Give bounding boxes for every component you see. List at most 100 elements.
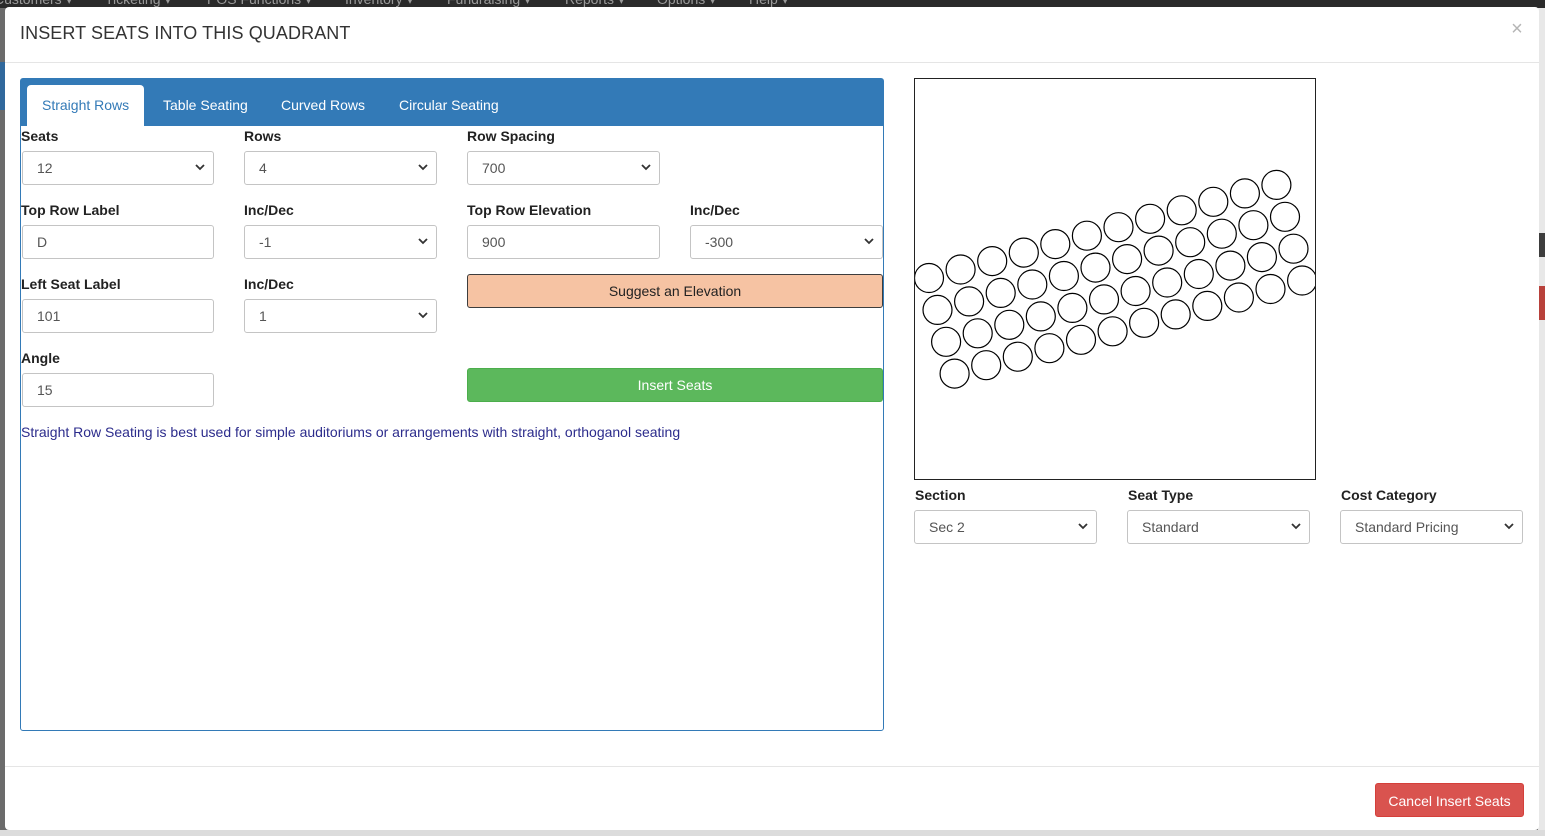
cost-category-value: Standard Pricing xyxy=(1355,519,1459,535)
tab-straight-rows[interactable]: Straight Rows xyxy=(27,85,145,126)
row-spacing-label: Row Spacing xyxy=(467,128,555,144)
seat-circle xyxy=(1008,237,1039,268)
seat-circle xyxy=(1034,333,1065,364)
close-button[interactable]: × xyxy=(1505,17,1529,41)
seat-circle xyxy=(1183,258,1214,290)
seat-circle xyxy=(1065,324,1097,355)
top-row-elevation-label: Top Row Elevation xyxy=(467,202,592,218)
seat-circle xyxy=(953,286,985,317)
seat-circle xyxy=(1129,307,1160,338)
section-label: Section xyxy=(915,487,966,503)
elevation-incdec-label: Inc/Dec xyxy=(690,202,740,218)
seat-circle xyxy=(1261,169,1292,201)
seat-circle xyxy=(1238,210,1269,241)
seat-circle xyxy=(945,254,976,285)
seat-circle xyxy=(1025,301,1056,332)
seat-circle xyxy=(1198,186,1229,217)
rows-value: 4 xyxy=(259,160,267,176)
help-text: Straight Row Seating is best used for si… xyxy=(21,424,681,440)
seat-circle xyxy=(1080,252,1111,283)
seat-layout-canvas xyxy=(915,169,1315,389)
elevation-incdec-value: -300 xyxy=(705,234,734,250)
seating-tab-panel: Straight Rows Table Seating Curved Rows … xyxy=(20,78,884,731)
angle-input[interactable]: 15 xyxy=(22,373,214,407)
left-seat-label-input[interactable]: 101 xyxy=(22,299,214,333)
seat-label-incdec-label: Inc/Dec xyxy=(244,276,294,292)
seats-label: Seats xyxy=(21,128,59,144)
seat-circle xyxy=(1287,265,1315,296)
seat-circle xyxy=(915,262,945,294)
seat-circle xyxy=(985,277,1016,308)
seat-circle xyxy=(1017,269,1048,300)
seat-circle xyxy=(1269,201,1301,232)
seat-circle xyxy=(1135,203,1166,234)
section-select[interactable]: Sec 2 xyxy=(914,510,1097,544)
cost-category-label: Cost Category xyxy=(1341,487,1437,503)
modal-footer: Cancel Insert Seats xyxy=(5,766,1539,830)
seat-circle xyxy=(1278,233,1309,264)
seat-type-value: Standard xyxy=(1142,519,1199,535)
rows-select[interactable]: 4 xyxy=(244,151,437,185)
angle-label: Angle xyxy=(21,350,60,366)
cancel-insert-seats-button[interactable]: Cancel Insert Seats xyxy=(1375,783,1524,817)
elevation-incdec-select[interactable]: -300 xyxy=(690,225,883,259)
top-row-label-label: Top Row Label xyxy=(21,202,120,218)
suggest-elevation-button[interactable]: Suggest an Elevation xyxy=(467,274,883,308)
seat-layout-preview xyxy=(914,78,1316,480)
modal-title: INSERT SEATS INTO THIS QUADRANT xyxy=(20,23,351,43)
seat-circle xyxy=(1112,244,1143,275)
seat-circle xyxy=(1215,250,1246,281)
row-label-incdec-value: -1 xyxy=(259,234,272,250)
seat-circle xyxy=(1040,229,1071,260)
seat-circle xyxy=(1160,299,1191,330)
left-seat-label-label: Left Seat Label xyxy=(21,276,121,292)
tab-table-seating[interactable]: Table Seating xyxy=(148,85,263,126)
seat-circle xyxy=(1071,220,1102,251)
insert-seats-modal: INSERT SEATS INTO THIS QUADRANT × Straig… xyxy=(5,7,1539,830)
seat-circle xyxy=(1143,235,1174,266)
seats-select[interactable]: 12 xyxy=(22,151,214,185)
seat-circle xyxy=(977,246,1008,277)
seats-value: 12 xyxy=(37,160,53,176)
tab-bar: Straight Rows Table Seating Curved Rows … xyxy=(21,79,883,126)
seat-label-incdec-value: 1 xyxy=(259,308,267,324)
row-spacing-value: 700 xyxy=(482,160,506,176)
row-label-incdec-label: Inc/Dec xyxy=(244,202,294,218)
background-page-bottom xyxy=(0,830,1545,836)
rows-label: Rows xyxy=(244,128,282,144)
seat-circle xyxy=(1152,267,1183,298)
section-value: Sec 2 xyxy=(929,519,965,535)
seat-circle xyxy=(1175,227,1206,258)
seat-circle xyxy=(922,294,953,325)
seat-circle xyxy=(1120,275,1151,307)
seat-circle xyxy=(1002,341,1033,372)
seat-label-incdec-select[interactable]: 1 xyxy=(244,299,437,333)
seat-circle xyxy=(931,326,962,357)
tab-circular-seating[interactable]: Circular Seating xyxy=(384,85,514,126)
seat-type-select[interactable]: Standard xyxy=(1127,510,1310,544)
modal-header: INSERT SEATS INTO THIS QUADRANT × xyxy=(5,7,1539,63)
background-page-edge xyxy=(1538,8,1545,836)
insert-seats-button[interactable]: Insert Seats xyxy=(467,368,883,402)
seat-circle xyxy=(1103,212,1134,243)
seat-circle xyxy=(1057,292,1088,323)
row-label-incdec-select[interactable]: -1 xyxy=(244,225,437,259)
row-spacing-select[interactable]: 700 xyxy=(467,151,660,185)
seat-circle xyxy=(994,309,1025,340)
seat-circle xyxy=(1206,218,1237,249)
seat-circle xyxy=(939,358,970,389)
seat-type-label: Seat Type xyxy=(1128,487,1194,503)
top-row-label-input[interactable]: D xyxy=(22,225,214,259)
seat-circle xyxy=(1048,260,1079,292)
seat-circle xyxy=(962,318,993,349)
cost-category-select[interactable]: Standard Pricing xyxy=(1340,510,1523,544)
seat-circle xyxy=(1166,195,1197,226)
tab-curved-rows[interactable]: Curved Rows xyxy=(266,85,380,126)
seat-circle xyxy=(1088,284,1120,315)
seat-circle xyxy=(1246,242,1277,273)
seat-circle xyxy=(971,350,1002,381)
seat-circle xyxy=(1229,178,1260,209)
seat-circle xyxy=(1097,316,1128,347)
seat-circle xyxy=(1223,282,1254,313)
top-row-elevation-input[interactable]: 900 xyxy=(467,225,660,259)
